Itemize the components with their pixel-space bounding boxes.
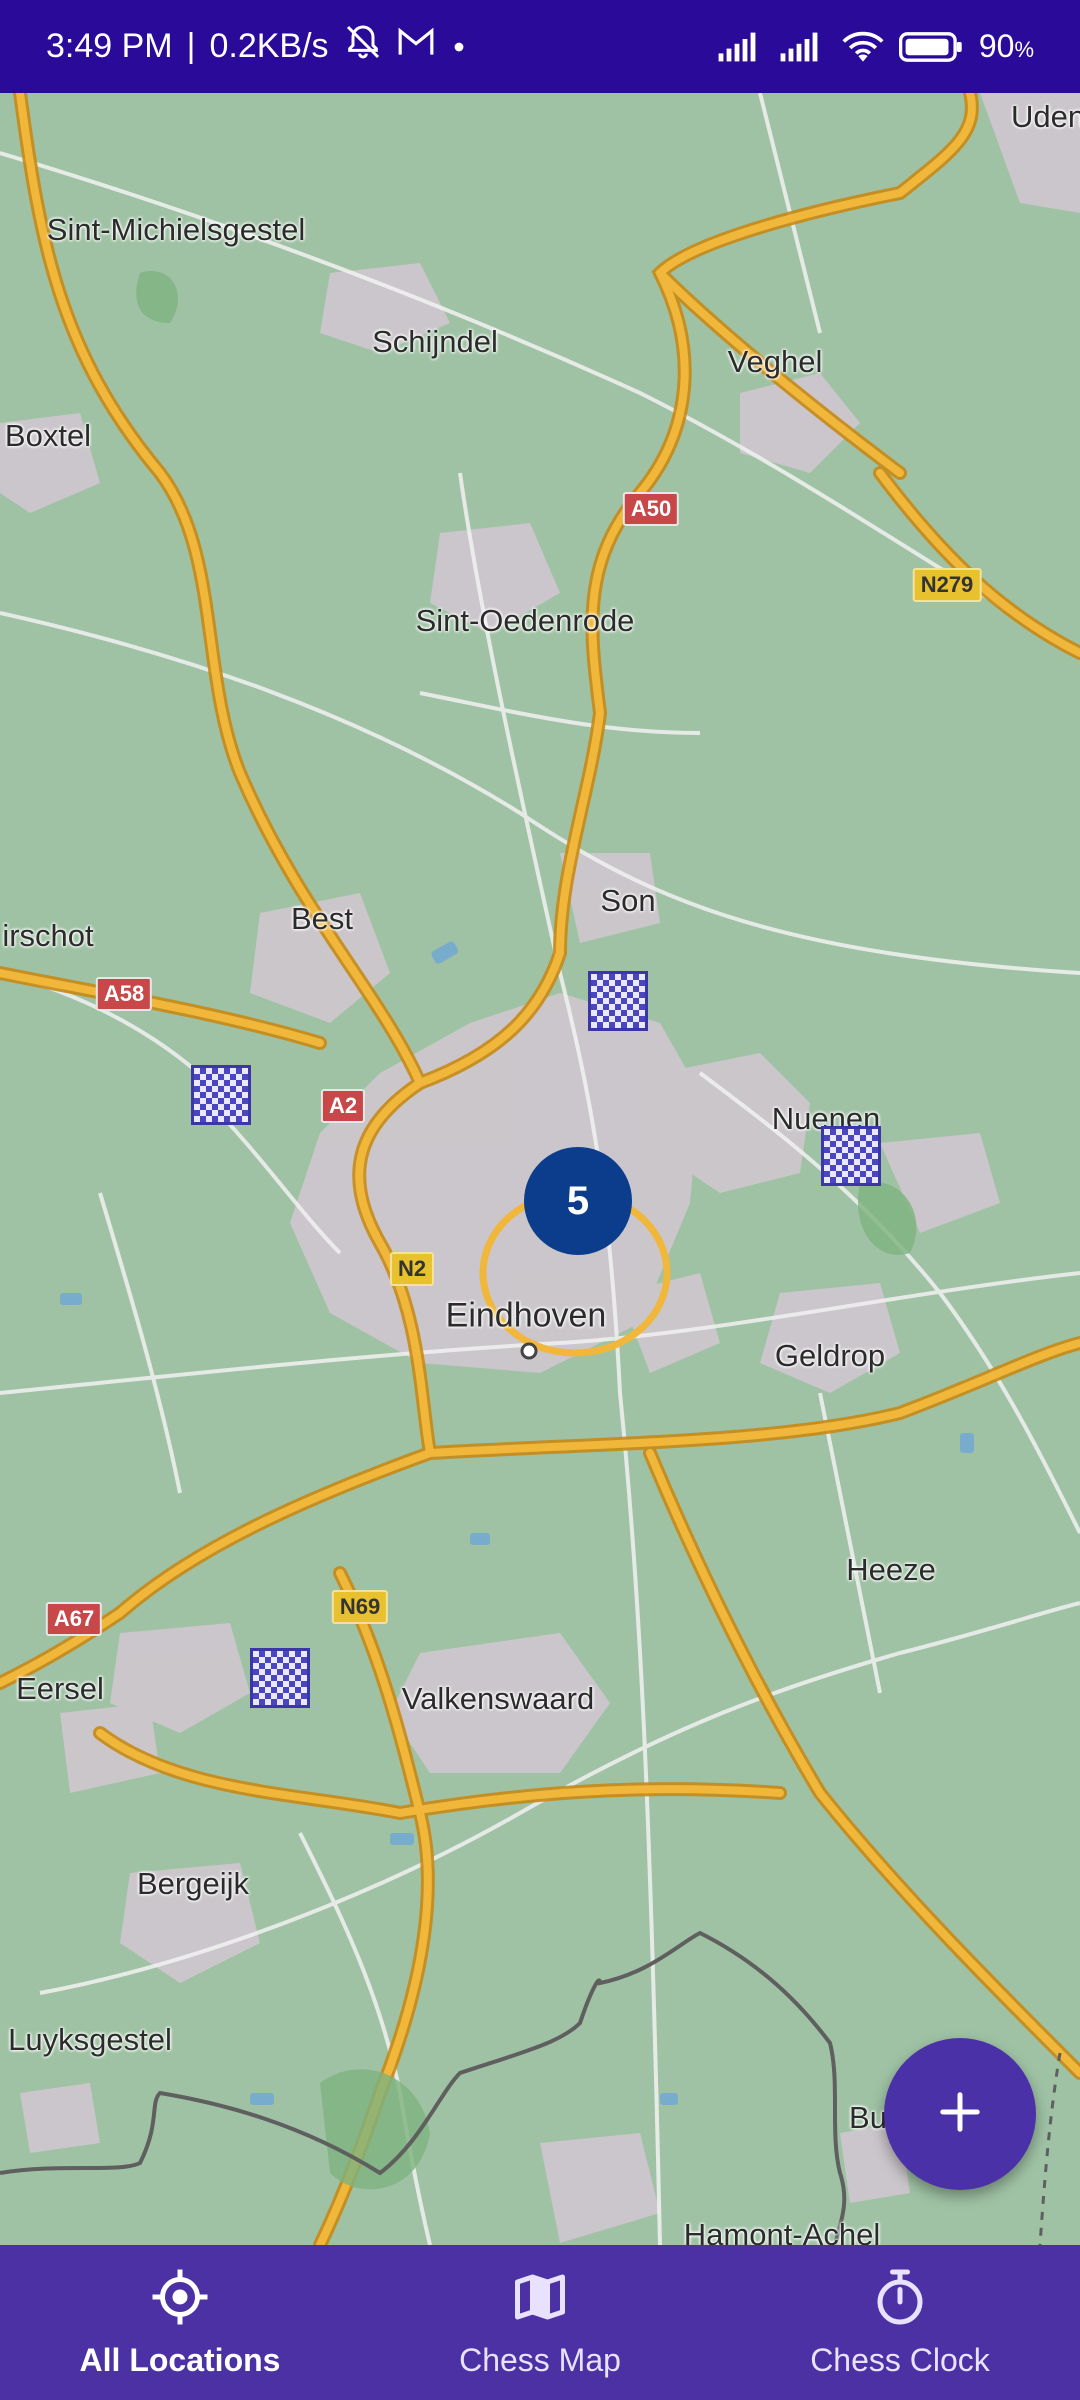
- cluster-count: 5: [566, 1178, 590, 1223]
- battery-percent: 90%: [978, 28, 1034, 64]
- place-label-oirschot: irschot: [2, 918, 94, 953]
- bell-off-icon: [343, 22, 383, 71]
- place-label-sint-michielsgestel: Sint-Michielsgestel: [46, 212, 306, 247]
- place-label-sint-oedenrode: Sint-Oedenrode: [415, 603, 635, 638]
- place-label-best: Best: [290, 901, 354, 936]
- dot-icon: [449, 27, 469, 66]
- nav-item-chess-clock[interactable]: Chess Clock: [720, 2245, 1080, 2400]
- status-bar: 3:49 PM | 0.2KB/s 90%: [0, 0, 1080, 93]
- signal-icon: [717, 31, 765, 63]
- place-label-valkenswaard: Valkenswaard: [401, 1681, 595, 1716]
- gmail-icon: [397, 27, 435, 66]
- stopwatch-icon: [870, 2267, 930, 2332]
- road-shield-n279: N279: [912, 568, 982, 602]
- place-label-boxtel: Boxtel: [4, 418, 92, 453]
- chessboard-icon[interactable]: [250, 1648, 310, 1708]
- place-label-uden: Uden: [1010, 99, 1080, 134]
- place-label-veghel: Veghel: [727, 344, 823, 379]
- chessboard-icon[interactable]: [588, 971, 648, 1031]
- marker-cluster[interactable]: 5: [524, 1147, 632, 1255]
- road-shield-a50: A50: [622, 492, 680, 526]
- chessboard-icon[interactable]: [821, 1126, 881, 1186]
- road-shield-n2: N2: [389, 1252, 435, 1286]
- road-shield-a67: A67: [45, 1602, 103, 1636]
- road-shield-n69: N69: [331, 1590, 389, 1624]
- place-label-eindhoven: Eindhoven: [445, 1296, 607, 1335]
- place-label-hamont-achel: Hamont-Achel: [683, 2217, 881, 2245]
- place-label-eersel: Eersel: [16, 1671, 104, 1706]
- road-shield-a2: A2: [320, 1089, 366, 1123]
- wifi-icon: [841, 30, 885, 64]
- nav-label: All Locations: [79, 2341, 281, 2378]
- status-left: 3:49 PM | 0.2KB/s: [46, 22, 469, 71]
- place-label-schijndel: Schijndel: [372, 324, 498, 359]
- place-label-luyksgestel: Luyksgestel: [8, 2022, 172, 2057]
- add-location-button[interactable]: [884, 2038, 1036, 2190]
- place-label-budel: Bu: [849, 2100, 887, 2135]
- place-label-son: Son: [600, 883, 656, 918]
- signal-icon: [779, 31, 827, 63]
- status-right: 90%: [717, 28, 1034, 65]
- battery-icon: [898, 30, 965, 64]
- nav-item-chess-map[interactable]: Chess Map: [360, 2245, 720, 2400]
- status-time: 3:49 PM: [46, 27, 173, 65]
- nav-item-all-locations[interactable]: All Locations: [0, 2245, 360, 2400]
- map-icon: [510, 2267, 570, 2332]
- nav-label: Chess Map: [459, 2341, 621, 2378]
- road-shield-a58: A58: [95, 977, 153, 1011]
- status-separator: |: [186, 27, 196, 65]
- status-network-speed: 0.2KB/s: [209, 27, 329, 65]
- place-label-heeze: Heeze: [846, 1552, 936, 1587]
- map-view[interactable]: Uden Sint-Michielsgestel Schijndel Veghe…: [0, 93, 1080, 2245]
- plus-icon: [937, 2089, 983, 2140]
- location-target-icon: [150, 2267, 210, 2332]
- nav-label: Chess Clock: [810, 2341, 990, 2378]
- bottom-navigation: All Locations Chess Map Chess Clock: [0, 2245, 1080, 2400]
- place-label-geldrop: Geldrop: [774, 1338, 886, 1373]
- place-label-bergeijk: Bergeijk: [137, 1866, 249, 1901]
- chessboard-icon[interactable]: [191, 1065, 251, 1125]
